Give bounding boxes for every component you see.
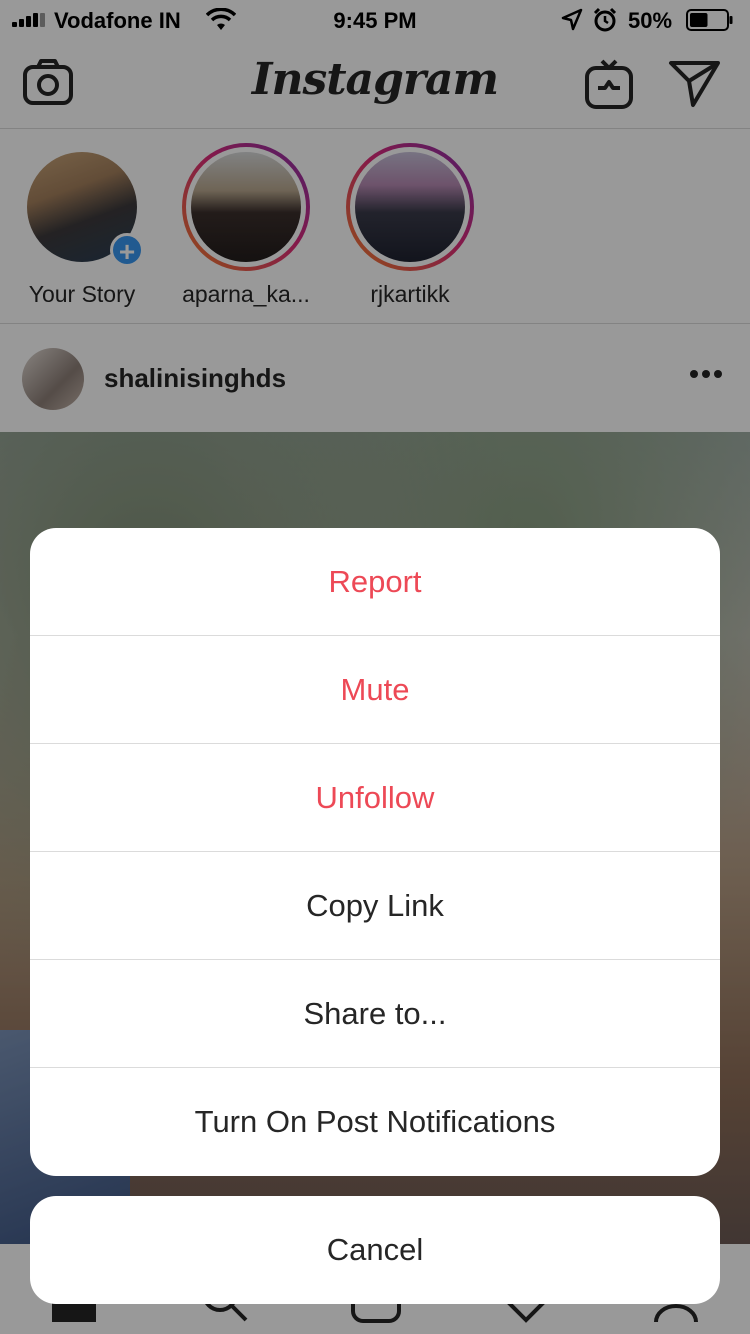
post-notifications-button[interactable]: Turn On Post Notifications: [30, 1068, 720, 1176]
copy-link-button[interactable]: Copy Link: [30, 852, 720, 960]
mute-button[interactable]: Mute: [30, 636, 720, 744]
report-button[interactable]: Report: [30, 528, 720, 636]
share-to-button[interactable]: Share to...: [30, 960, 720, 1068]
unfollow-button[interactable]: Unfollow: [30, 744, 720, 852]
action-sheet: Report Mute Unfollow Copy Link Share to.…: [30, 528, 720, 1176]
cancel-button[interactable]: Cancel: [30, 1196, 720, 1304]
